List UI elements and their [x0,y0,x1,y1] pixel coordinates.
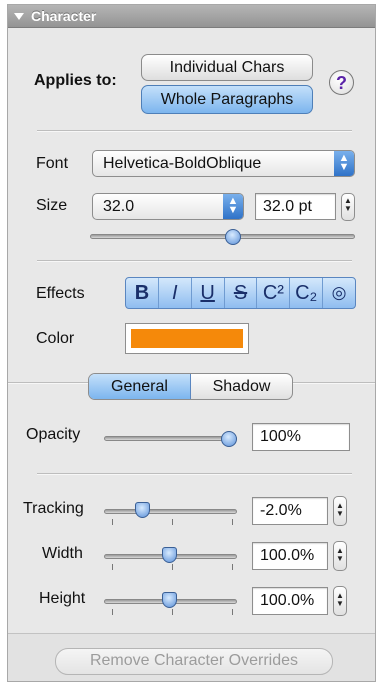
color-well[interactable] [125,323,249,354]
tracking-stepper[interactable]: ▲ ▼ [333,496,347,526]
font-value: Helvetica-BoldOblique [103,155,262,172]
size-slider-track[interactable] [90,234,355,239]
tracking-label: Tracking [23,500,84,517]
tick-mark [112,519,113,525]
remove-character-overrides-button[interactable]: Remove Character Overrides [55,648,333,675]
width-label: Width [42,545,83,562]
size-popup[interactable]: 32.0 ▲ ▼ [92,193,244,220]
bold-icon[interactable]: B [126,278,159,308]
panel-title: Character [31,8,97,24]
tick-mark [172,519,173,525]
tracking-field[interactable]: -2.0% [252,497,328,525]
panel-titlebar[interactable]: Character [8,5,375,28]
height-field[interactable]: 100.0% [252,587,328,615]
separator [37,130,352,132]
tab-general[interactable]: General [89,374,191,399]
color-label: Color [36,330,75,347]
help-icon[interactable]: ? [329,70,354,95]
opacity-slider-track[interactable] [104,436,237,441]
size-slider-thumb[interactable] [225,229,242,245]
whole-paragraphs-button[interactable]: Whole Paragraphs [141,85,313,114]
size-stepper[interactable]: ▲ ▼ [341,193,355,221]
italic-icon[interactable]: I [159,278,192,308]
width-stepper[interactable]: ▲ ▼ [333,541,347,571]
popup-arrows-icon: ▲ ▼ [334,151,354,176]
tick-mark [112,564,113,570]
popup-arrows-icon: ▲ ▼ [223,194,243,219]
separator [37,260,352,262]
general-shadow-tabs[interactable]: General Shadow [88,373,293,400]
height-stepper[interactable]: ▲ ▼ [333,586,347,616]
effects-label: Effects [36,285,85,302]
tick-mark [172,609,173,615]
individual-chars-button[interactable]: Individual Chars [141,54,313,81]
strikethrough-icon[interactable]: S [225,278,258,308]
character-inspector-panel: Character Applies to: Individual Chars W… [7,4,376,682]
width-slider-thumb[interactable] [162,547,177,563]
tick-mark [112,609,113,615]
underline-icon[interactable]: U [192,278,225,308]
size-field[interactable]: 32.0 pt [255,193,336,220]
opacity-label: Opacity [26,426,81,443]
tab-shadow[interactable]: Shadow [191,374,292,399]
superscript-icon[interactable]: C² [257,278,291,308]
color-swatch [131,329,243,348]
height-slider-thumb[interactable] [162,592,177,608]
tick-mark [232,609,233,615]
applies-to-label: Applies to: [34,72,117,89]
tick-mark [172,564,173,570]
tick-mark [232,519,233,525]
size-label: Size [36,197,68,214]
tracking-slider-thumb[interactable] [135,502,150,518]
size-value: 32.0 [103,198,135,215]
separator [37,473,352,475]
opacity-field[interactable]: 100% [252,423,350,451]
height-label: Height [39,590,86,607]
tick-mark [232,564,233,570]
font-label: Font [36,155,69,172]
opacity-slider-thumb[interactable] [221,431,237,447]
tracking-slider-track[interactable] [104,509,237,514]
subscript-icon[interactable]: C₂ [290,278,324,308]
width-field[interactable]: 100.0% [252,542,328,570]
font-popup[interactable]: Helvetica-BoldOblique ▲ ▼ [92,150,355,177]
outline-icon[interactable]: ◎ [323,278,355,308]
effects-segmented-control[interactable]: B I U S C² C₂ ◎ [125,277,356,309]
disclosure-triangle-icon[interactable] [14,13,24,20]
